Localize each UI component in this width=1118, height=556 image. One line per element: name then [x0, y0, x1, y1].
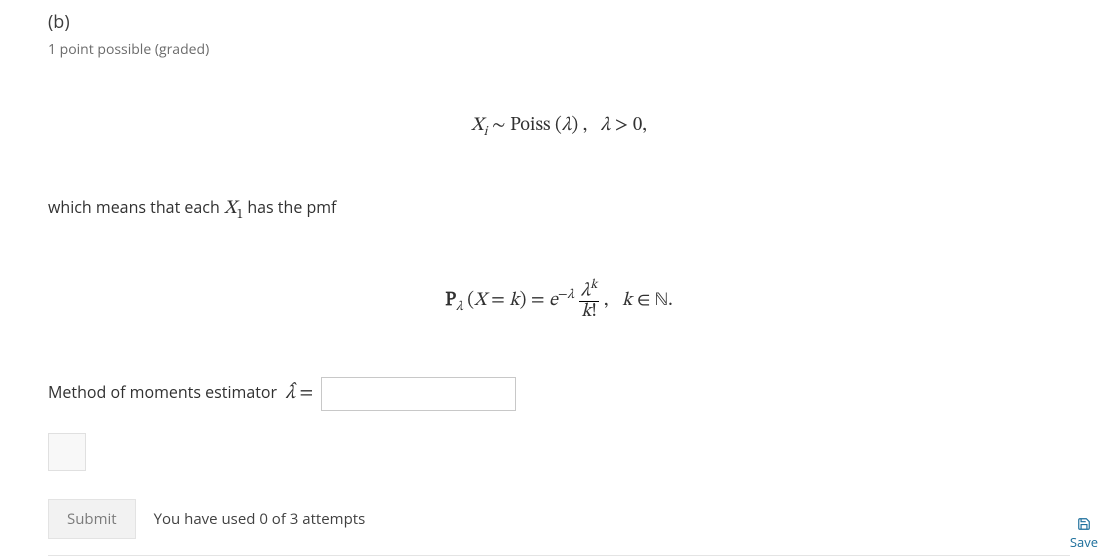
save-label: Save	[1070, 533, 1098, 551]
points-possible: 1 point possible (graded)	[48, 40, 1070, 59]
prose-suffix: has the pmf	[243, 196, 336, 218]
answer-label: Method of moments estimator λ̂ =	[48, 381, 313, 406]
pmf-formula: Pλ (X = k) = e−λ λkk! , k ∈ ℕ.	[48, 279, 1070, 322]
lambda-hat-input[interactable]	[321, 377, 516, 411]
pmf-intro-text: which means that each X1 has the pmf	[48, 196, 1070, 224]
submit-row: Submit You have used 0 of 3 attempts Sav…	[48, 499, 1070, 556]
prose-prefix: which means that each	[48, 196, 224, 218]
attempts-text: You have used 0 of 3 attempts	[154, 509, 366, 529]
prose-inline-math: X1	[224, 199, 243, 218]
save-icon	[1077, 517, 1091, 531]
answer-row: Method of moments estimator λ̂ =	[48, 377, 1070, 411]
distribution-formula: Xi ∼ Poiss (λ) , λ > 0,	[48, 114, 1070, 141]
part-label: (b)	[48, 10, 1070, 34]
equation-preview-box[interactable]	[48, 433, 86, 471]
submit-button[interactable]: Submit	[48, 499, 136, 539]
